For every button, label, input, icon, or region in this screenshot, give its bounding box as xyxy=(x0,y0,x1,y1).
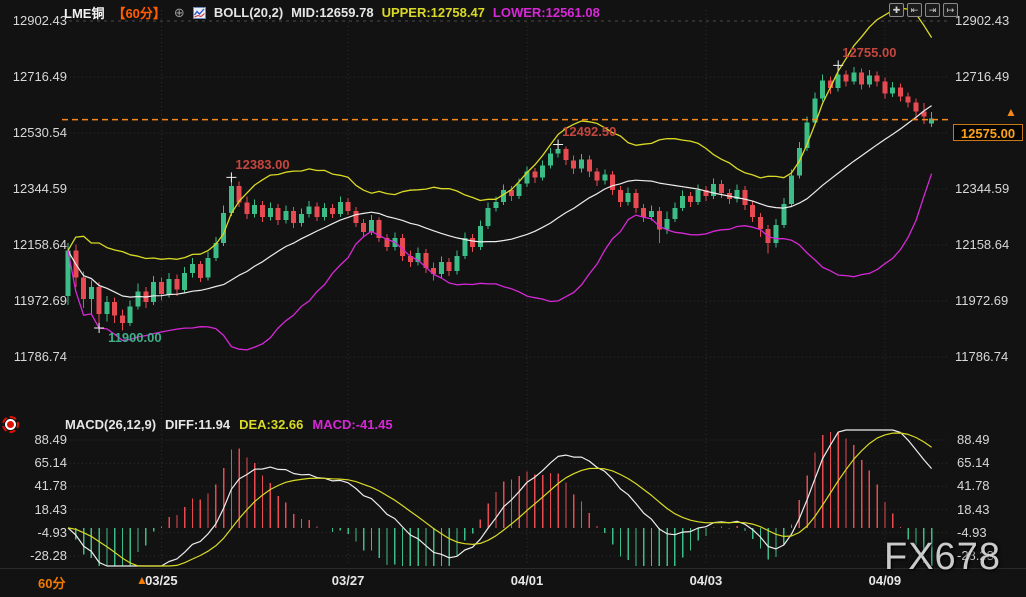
macd-diff-value: DIFF:11.94 xyxy=(165,417,230,432)
boll-mid-line xyxy=(68,106,932,298)
boll-params-label: BOLL(20,2) xyxy=(214,5,283,20)
macd-histogram xyxy=(68,432,932,566)
time-axis-label: 03/25 xyxy=(126,573,196,588)
macd-axis-label-right: 18.43 xyxy=(957,502,990,517)
chart-canvas[interactable] xyxy=(0,0,1026,597)
price-marker-label: 11900.00 xyxy=(108,330,162,345)
macd-axis-label-right: 88.49 xyxy=(957,432,990,447)
price-axis-label-right: 12344.59 xyxy=(955,181,1009,196)
mini-chart-icon xyxy=(193,7,206,19)
macd-axis-label-left: 41.78 xyxy=(7,478,67,493)
price-marker-label: 12492.50 xyxy=(562,124,616,139)
chart-toolbar: ✚⇤⇥↦ xyxy=(889,3,958,17)
boll-lower-value: LOWER:12561.08 xyxy=(493,5,600,20)
macd-axis-label-right: 65.14 xyxy=(957,455,990,470)
boll-upper-line xyxy=(68,8,932,259)
period-selector[interactable]: 60分 xyxy=(38,573,65,592)
macd-axis-label-left: 65.14 xyxy=(7,455,67,470)
price-axis-label-left: 12530.54 xyxy=(7,125,67,140)
pan-move-icon[interactable]: ✚ xyxy=(889,3,904,17)
macd-dea-line xyxy=(68,433,932,566)
price-axis-label-left: 12716.49 xyxy=(7,69,67,84)
price-axis-label-left: 11786.74 xyxy=(7,349,67,364)
boll-lower-line xyxy=(68,174,932,350)
price-axis-label-left: 12158.64 xyxy=(7,237,67,252)
zoom-range-right-icon[interactable]: ⇥ xyxy=(925,3,940,17)
price-axis-label-right: 11786.74 xyxy=(955,349,1008,364)
price-axis-label-right: 12158.64 xyxy=(955,237,1009,252)
chart-window: LME铜 【60分】 ⊕ BOLL(20,2) MID:12659.78 UPP… xyxy=(0,0,1026,597)
zoom-range-left-icon[interactable]: ⇤ xyxy=(907,3,922,17)
price-chart-svg[interactable] xyxy=(0,0,1026,597)
macd-bar-value: MACD:-41.45 xyxy=(312,417,392,432)
macd-axis-label-right: 41.78 xyxy=(957,478,990,493)
boll-mid-value: MID:12659.78 xyxy=(291,5,373,20)
price-marker-label: 12755.00 xyxy=(842,45,896,60)
period-tag: 【60分】 xyxy=(112,3,165,22)
macd-axis-label-left: 88.49 xyxy=(7,432,67,447)
latest-price-marker-icon: ▲ xyxy=(1005,105,1017,119)
price-axis-label-left: 12902.43 xyxy=(7,13,67,28)
price-axis-label-left: 12344.59 xyxy=(7,181,67,196)
macd-axis-label-left: -4.93 xyxy=(7,525,67,540)
symbol-name: LME铜 xyxy=(64,3,104,22)
macd-dea-value: DEA:32.66 xyxy=(239,417,303,432)
time-axis-divider xyxy=(0,568,1026,569)
chart-header: LME铜 【60分】 ⊕ BOLL(20,2) MID:12659.78 UPP… xyxy=(64,3,600,22)
time-axis-label: 04/03 xyxy=(671,573,741,588)
boll-upper-value: UPPER:12758.47 xyxy=(382,5,485,20)
macd-axis-label-left: 18.43 xyxy=(7,502,67,517)
latest-price-box: 12575.00 xyxy=(953,124,1023,141)
price-marker-label: 12383.00 xyxy=(235,157,289,172)
watermark: FX678 xyxy=(884,536,1001,579)
price-axis-label-left: 11972.69 xyxy=(7,293,67,308)
price-axis-label-right: 12902.43 xyxy=(955,13,1009,28)
price-axis-label-right: 12716.49 xyxy=(955,69,1009,84)
macd-header: MACD(26,12,9) DIFF:11.94 DEA:32.66 MACD:… xyxy=(65,417,393,432)
macd-params-label: MACD(26,12,9) xyxy=(65,417,156,432)
time-axis-label: 04/01 xyxy=(492,573,562,588)
time-axis-label: 03/27 xyxy=(313,573,383,588)
indicator-dot-icon xyxy=(5,419,16,430)
macd-diff-line xyxy=(68,430,932,566)
macd-axis-label-left: -28.28 xyxy=(7,548,67,563)
link-icon: ⊕ xyxy=(174,5,185,21)
price-axis-label-right: 11972.69 xyxy=(955,293,1008,308)
